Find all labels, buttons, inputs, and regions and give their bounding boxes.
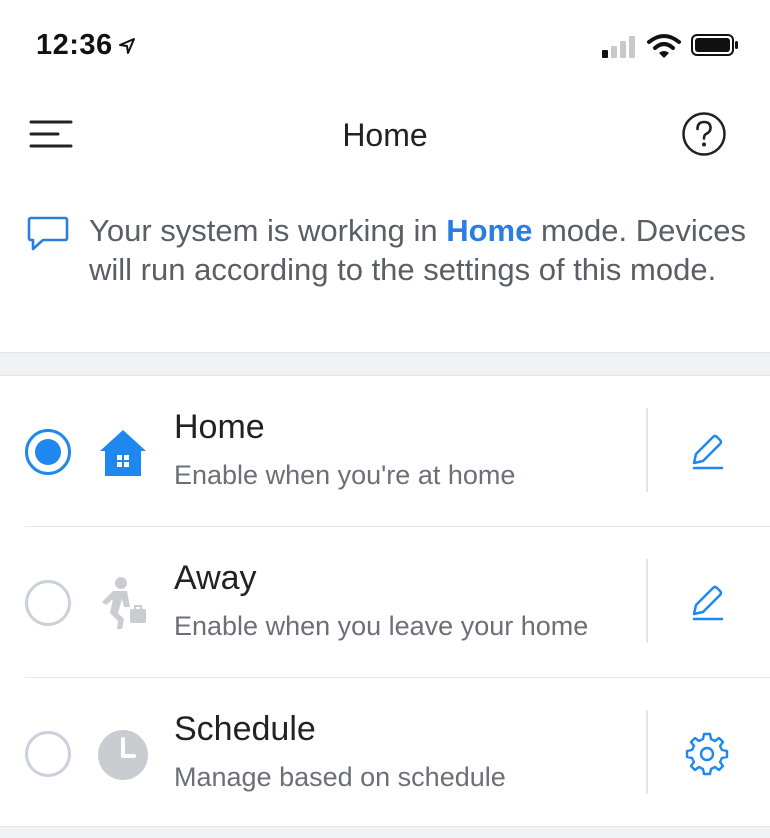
walking-person-briefcase-icon (102, 577, 146, 629)
mode-desc-away: Enable when you leave your home (174, 611, 589, 641)
clock-icon (98, 730, 148, 780)
status-time-wrapper: 12:36 (36, 29, 135, 62)
status-time: 12:36 (36, 29, 113, 61)
cellular-signal-icon (602, 36, 635, 58)
edit-pencil-icon[interactable] (684, 428, 730, 474)
mode-name-away: Away (174, 559, 257, 597)
bottom-band (0, 826, 770, 838)
info-text-before: Your system is working in (89, 213, 447, 248)
mode-row-schedule[interactable]: Schedule Manage based on schedule (0, 678, 770, 829)
mode-name-schedule: Schedule (174, 710, 316, 748)
location-arrow-icon (118, 38, 135, 55)
mode-name-home: Home (174, 408, 265, 446)
mode-row-home[interactable]: Home Enable when you're at home (0, 376, 770, 527)
mode-desc-home: Enable when you're at home (174, 460, 516, 490)
mode-info-banner: Your system is working in Home mode. Dev… (0, 205, 770, 352)
nav-bar: Home (0, 95, 770, 175)
battery-icon (691, 34, 738, 56)
status-bar: 12:36 (0, 0, 770, 90)
wifi-icon (647, 34, 681, 58)
page-title: Home (342, 117, 428, 153)
chat-bubble-icon (27, 216, 69, 251)
edit-pencil-icon[interactable] (684, 579, 730, 625)
radio-schedule[interactable] (25, 731, 71, 777)
radio-home[interactable] (25, 429, 71, 475)
radio-away[interactable] (25, 580, 71, 626)
row-divider-vertical (646, 710, 648, 794)
row-divider-vertical (646, 559, 648, 643)
current-mode-link: Home (446, 213, 533, 248)
help-circle-icon[interactable] (681, 111, 727, 157)
mode-row-away[interactable]: Away Enable when you leave your home (0, 527, 770, 678)
gear-icon[interactable] (684, 730, 730, 776)
mode-desc-schedule: Manage based on schedule (174, 762, 506, 792)
row-divider-vertical (646, 408, 648, 492)
mode-info-text: Your system is working in Home mode. Dev… (89, 211, 759, 289)
section-divider (0, 352, 770, 376)
house-icon (100, 430, 146, 476)
